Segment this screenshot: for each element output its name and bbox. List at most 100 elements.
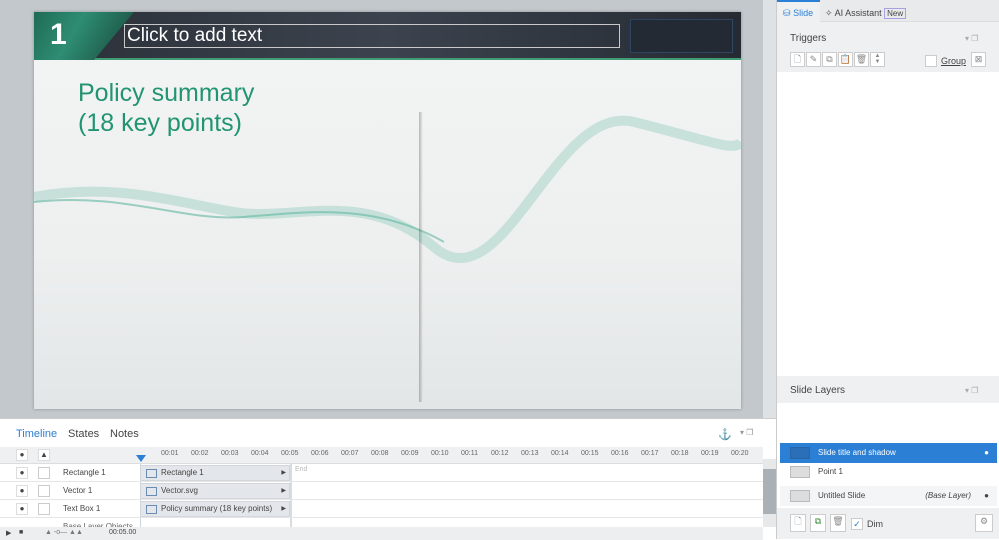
tab-slide[interactable]: ⛁ Slide: [777, 0, 820, 23]
canvas-scrollbar[interactable]: [763, 0, 776, 418]
slide-heading[interactable]: Policy summary (18 key points): [78, 78, 254, 138]
layer-name: Untitled Slide: [818, 491, 866, 500]
play-icon[interactable]: ▶: [6, 529, 11, 537]
slide-canvas: 1 Click to add text Policy summary (18 k…: [0, 0, 776, 418]
heading-line-2: (18 key points): [78, 109, 242, 137]
timeline-header: ● ▲ 00:01 00:02 00:03 00:04 00:05 00:06 00:07 0…: [0, 447, 763, 464]
eye-icon[interactable]: ●: [16, 449, 28, 461]
group-label: Group: [941, 56, 967, 66]
lock-icon[interactable]: ▲: [38, 449, 50, 461]
time-tick: 00:14: [551, 450, 569, 457]
layers-title: Slide Layers: [790, 385, 846, 396]
timeline-bar[interactable]: Rectangle 1 ▶: [140, 465, 290, 481]
delete-trigger-icon[interactable]: 🗑: [854, 52, 869, 67]
time-tick: 00:06: [311, 450, 329, 457]
time-tick: 00:08: [371, 450, 389, 457]
new-layer-icon[interactable]: 🗋: [790, 514, 806, 532]
time-tick: 00:03: [221, 450, 239, 457]
layers-menu-icon[interactable]: ▾ ❐: [965, 386, 978, 395]
eye-icon[interactable]: ●: [984, 486, 989, 506]
timeline-row[interactable]: ● Text Box 1 Policy summary (18 key poin…: [0, 500, 763, 518]
object-icon: [146, 505, 157, 514]
reorder-icon[interactable]: ▲ ▼: [870, 52, 885, 67]
lock-checkbox[interactable]: [38, 503, 50, 515]
bar-label: Policy summary (18 key points): [161, 504, 273, 513]
panel-menu-icon[interactable]: ▾ ❐: [740, 428, 753, 437]
base-layer-note: (Base Layer): [925, 491, 971, 500]
expand-arrow-icon[interactable]: ▶: [281, 484, 286, 498]
layer-base[interactable]: Untitled Slide (Base Layer) ●: [780, 486, 997, 506]
copy-trigger-icon[interactable]: ⧉: [822, 52, 837, 67]
shadow-divider: [419, 112, 423, 402]
logo-placeholder[interactable]: [630, 19, 733, 53]
timeline-bar[interactable]: Vector.svg ▶: [140, 483, 290, 499]
time-tick: 00:09: [401, 450, 419, 457]
layer-point-1[interactable]: Point 1: [780, 462, 997, 482]
bar-label: Vector.svg: [161, 486, 198, 495]
tab-notes[interactable]: Notes: [110, 428, 139, 440]
time-tick: 00:11: [461, 450, 478, 457]
duplicate-layer-icon[interactable]: ⧉: [810, 514, 826, 532]
group-checkbox[interactable]: [925, 55, 937, 67]
lock-checkbox[interactable]: [38, 467, 50, 479]
layer-name: Slide title and shadow: [818, 448, 896, 457]
delete-layer-icon[interactable]: 🗑: [830, 514, 846, 532]
time-tick: 00:10: [431, 450, 449, 457]
dim-checkbox[interactable]: ✓: [851, 518, 863, 530]
tab-timeline[interactable]: Timeline: [16, 428, 57, 440]
expand-arrow-icon[interactable]: ▶: [281, 466, 286, 480]
eye-icon[interactable]: ●: [984, 443, 989, 463]
object-icon: [146, 469, 157, 478]
anchor-icon[interactable]: ⚓: [718, 428, 732, 441]
layer-slide-title-and-shadow[interactable]: Slide title and shadow ●: [780, 443, 997, 463]
time-tick: 00:13: [521, 450, 539, 457]
time-tick: 00:15: [581, 450, 599, 457]
lock-checkbox[interactable]: [38, 485, 50, 497]
playhead[interactable]: [136, 455, 146, 462]
slide-number: 1: [50, 18, 67, 51]
base-layer-objects[interactable]: Base Layer Objects: [63, 520, 133, 527]
time-tick: 00:04: [251, 450, 269, 457]
eye-icon[interactable]: ●: [16, 485, 28, 497]
time-tick: 00:12: [491, 450, 509, 457]
time-tick: 00:17: [641, 450, 659, 457]
tab-states[interactable]: States: [68, 428, 99, 440]
chevron-graphic: [34, 12, 134, 60]
right-panel: ⛁ Slide ✧ AI Assistant New Triggers ▾ ❐ …: [776, 0, 999, 539]
tab-ai-label: AI Assistant: [834, 8, 882, 18]
new-badge: New: [884, 8, 907, 19]
timeline-row[interactable]: ● Rectangle 1 Rectangle 1 ▶: [0, 464, 763, 482]
tab-ai-assistant[interactable]: ✧ AI Assistant New: [825, 8, 907, 19]
dim-label: Dim: [867, 519, 883, 529]
variables-icon[interactable]: ⊠: [971, 52, 986, 67]
expand-arrow-icon[interactable]: ▶: [281, 502, 286, 516]
time-tick: 00:05: [281, 450, 299, 457]
time-tick: 00:18: [671, 450, 689, 457]
triggers-title: Triggers: [790, 33, 827, 44]
new-trigger-icon[interactable]: 🗋: [790, 52, 805, 67]
stop-icon[interactable]: ■: [19, 529, 23, 536]
time-tick: 00:16: [611, 450, 629, 457]
timeline-panel: Timeline States Notes ⚓ ▾ ❐ ● ▲ 00:01 00:…: [0, 418, 776, 540]
timeline-row[interactable]: ● Vector 1 Vector.svg ▶: [0, 482, 763, 500]
time-tick: 00:07: [341, 450, 359, 457]
zoom-slider[interactable]: ▲ -o— ▲▲: [45, 529, 83, 536]
title-placeholder[interactable]: Click to add text: [124, 24, 620, 48]
heading-line-1: Policy summary: [78, 79, 255, 107]
timeline-controls: ▶ ■ ▲ -o— ▲▲ 00:05.00: [0, 527, 763, 540]
object-icon: [146, 487, 157, 496]
slide[interactable]: 1 Click to add text Policy summary (18 k…: [34, 12, 741, 409]
gear-icon[interactable]: ⚙: [975, 514, 993, 532]
edit-trigger-icon[interactable]: ✎: [806, 52, 821, 67]
timeline-scrollbar[interactable]: [763, 459, 776, 527]
paste-trigger-icon[interactable]: 📋: [838, 52, 853, 67]
layer-name: Point 1: [818, 467, 843, 476]
timeline-bar[interactable]: Policy summary (18 key points) ▶: [140, 501, 290, 517]
eye-icon[interactable]: ●: [16, 503, 28, 515]
tab-slide-label: Slide: [793, 8, 814, 18]
time-tick: 00:01: [161, 450, 179, 457]
object-name: Vector 1: [63, 486, 93, 495]
object-name: Text Box 1: [63, 504, 101, 513]
triggers-menu-icon[interactable]: ▾ ❐: [965, 34, 978, 43]
eye-icon[interactable]: ●: [16, 467, 28, 479]
